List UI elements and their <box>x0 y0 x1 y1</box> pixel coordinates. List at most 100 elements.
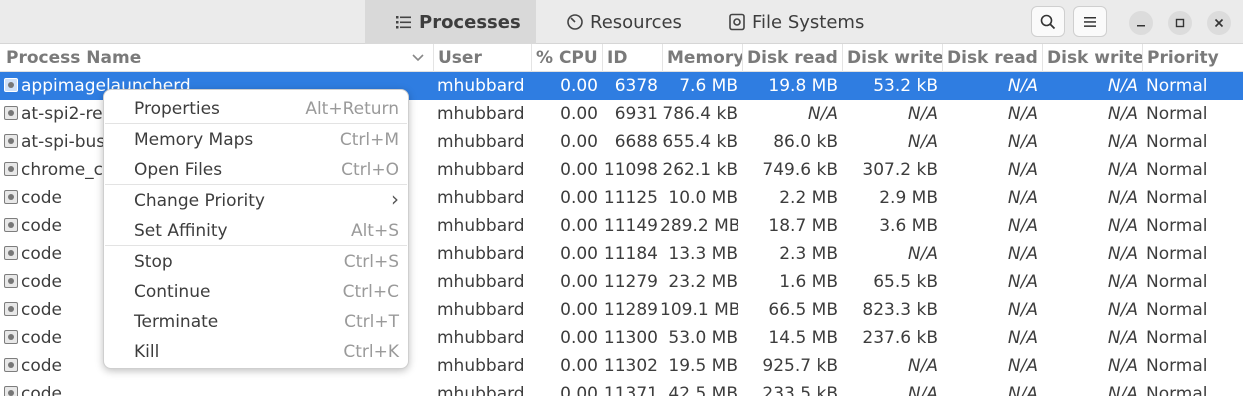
cell-priority: Normal <box>1146 160 1208 180</box>
process-icon <box>4 134 18 148</box>
cell-cpu: 0.00 <box>560 300 598 320</box>
menu-item-shortcut: Ctrl+K <box>343 342 399 362</box>
cell-id: 11371 <box>603 384 658 396</box>
cell-disk-read: N/A <box>1007 216 1038 236</box>
context-menu: Properties Alt+Return Memory Maps Ctrl+M Ope… <box>103 89 409 369</box>
menu-item-label: Set Affinity <box>134 221 228 241</box>
cell-disk-read-total: 925.7 kB <box>762 356 838 376</box>
cell-disk-write-total: 307.2 kB <box>862 160 938 180</box>
menu-item-open-files[interactable]: Open Files Ctrl+O <box>104 155 408 185</box>
process-icon <box>4 106 18 120</box>
menu-item-set-affinity[interactable]: Set Affinity Alt+S <box>104 216 408 246</box>
process-icon <box>4 218 18 232</box>
minimize-button[interactable] <box>1129 11 1153 35</box>
column-header-disk-read-total[interactable]: Disk read t <box>742 44 842 72</box>
menu-item-shortcut: Alt+S <box>350 221 399 241</box>
cell-memory: 289.2 MB <box>660 216 738 236</box>
cell-disk-read-total: 749.6 kB <box>762 160 838 180</box>
list-icon <box>396 16 411 29</box>
menu-item-properties[interactable]: Properties Alt+Return <box>104 94 408 124</box>
menu-item-terminate[interactable]: Terminate Ctrl+T <box>104 307 408 337</box>
column-header-disk-write[interactable]: Disk write <box>1042 44 1142 72</box>
cell-memory: 655.4 kB <box>662 132 738 152</box>
cell-memory: 10.0 MB <box>668 188 738 208</box>
cell-disk-read: N/A <box>1007 132 1038 152</box>
menu-item-shortcut: Ctrl+S <box>343 252 399 272</box>
column-label: Disk write t <box>847 48 942 68</box>
cell-disk-write: N/A <box>1107 328 1138 348</box>
cell-disk-read-total: N/A <box>807 104 838 124</box>
search-button[interactable] <box>1031 6 1065 37</box>
column-label: Priority <box>1147 48 1219 68</box>
cell-user: mhubbard <box>437 160 525 180</box>
cell-memory: 19.5 MB <box>668 356 738 376</box>
close-button[interactable] <box>1207 11 1231 35</box>
cell-disk-read-total: 233.5 kB <box>762 384 838 396</box>
cell-disk-write-total: 237.6 kB <box>862 328 938 348</box>
cell-disk-write-total: N/A <box>907 244 938 264</box>
column-label: % CPU <box>536 48 598 68</box>
cell-disk-read: N/A <box>1007 188 1038 208</box>
cell-id: 11149 <box>603 216 658 236</box>
column-header-cpu[interactable]: % CPU <box>531 44 602 72</box>
tab-label: File Systems <box>752 11 865 33</box>
cell-disk-read-total: 18.7 MB <box>768 216 838 236</box>
menu-item-change-priority[interactable]: Change Priority › <box>104 186 408 216</box>
cell-disk-write: N/A <box>1107 300 1138 320</box>
tab-resources[interactable]: Resources <box>536 0 698 44</box>
search-icon <box>1040 14 1056 29</box>
tab-label: Processes <box>419 11 521 33</box>
tab-label: Resources <box>590 11 682 33</box>
column-header-id[interactable]: ID <box>602 44 662 72</box>
cell-id: 11302 <box>603 356 658 376</box>
cell-user: mhubbard <box>437 328 525 348</box>
menu-item-continue[interactable]: Continue Ctrl+C <box>104 277 408 307</box>
table-row[interactable]: code mhubbard 0.00 11371 42.5 MB 233.5 kB N/A N… <box>0 380 1243 396</box>
cell-disk-write-total: 65.5 kB <box>873 272 938 292</box>
menu-item-label: Stop <box>134 252 173 272</box>
cell-cpu: 0.00 <box>560 160 598 180</box>
cell-disk-read-total: 2.3 MB <box>779 244 838 264</box>
cell-disk-write-total: 3.6 MB <box>879 216 938 236</box>
cell-id: 11289 <box>603 300 658 320</box>
tab-file-systems[interactable]: File Systems <box>698 0 878 44</box>
cell-disk-read-total: 2.2 MB <box>779 188 838 208</box>
cell-priority: Normal <box>1146 216 1208 236</box>
cell-cpu: 0.00 <box>560 216 598 236</box>
cell-priority: Normal <box>1146 132 1208 152</box>
cell-priority: Normal <box>1146 244 1208 264</box>
column-label: Disk read <box>947 48 1038 68</box>
cell-disk-write-total: 2.9 MB <box>879 188 938 208</box>
menu-item-shortcut: Ctrl+C <box>342 282 399 302</box>
column-header-disk-read[interactable]: Disk read <box>942 44 1042 72</box>
cell-disk-read: N/A <box>1007 160 1038 180</box>
menu-item-kill[interactable]: Kill Ctrl+K <box>104 337 408 367</box>
cell-user: mhubbard <box>437 76 525 96</box>
cell-cpu: 0.00 <box>560 244 598 264</box>
main-menu-button[interactable] <box>1073 6 1107 37</box>
menu-item-label: Change Priority <box>134 191 265 211</box>
cell-priority: Normal <box>1146 76 1208 96</box>
cell-disk-write: N/A <box>1107 356 1138 376</box>
cell-user: mhubbard <box>437 188 525 208</box>
column-header-process-name[interactable]: Process Name <box>0 44 433 72</box>
column-header-disk-write-total[interactable]: Disk write t <box>842 44 942 72</box>
tab-processes[interactable]: Processes <box>365 0 536 44</box>
cell-disk-read: N/A <box>1007 300 1038 320</box>
cell-memory: 42.5 MB <box>668 384 738 396</box>
cell-disk-write-total: 53.2 kB <box>873 76 938 96</box>
menu-item-label: Terminate <box>134 312 219 332</box>
cell-disk-read: N/A <box>1007 356 1038 376</box>
menu-item-label: Continue <box>134 282 211 302</box>
cell-memory: 13.3 MB <box>668 244 738 264</box>
menu-item-label: Open Files <box>134 160 223 180</box>
cell-priority: Normal <box>1146 300 1208 320</box>
cell-disk-write-total: N/A <box>907 104 938 124</box>
menu-item-stop[interactable]: Stop Ctrl+S <box>104 247 408 277</box>
column-header-user[interactable]: User <box>433 44 531 72</box>
menu-item-memory-maps[interactable]: Memory Maps Ctrl+M <box>104 125 408 155</box>
cell-disk-write: N/A <box>1107 160 1138 180</box>
column-header-priority[interactable]: Priority <box>1142 44 1243 72</box>
maximize-button[interactable] <box>1168 11 1192 35</box>
column-header-memory[interactable]: Memory <box>662 44 742 72</box>
